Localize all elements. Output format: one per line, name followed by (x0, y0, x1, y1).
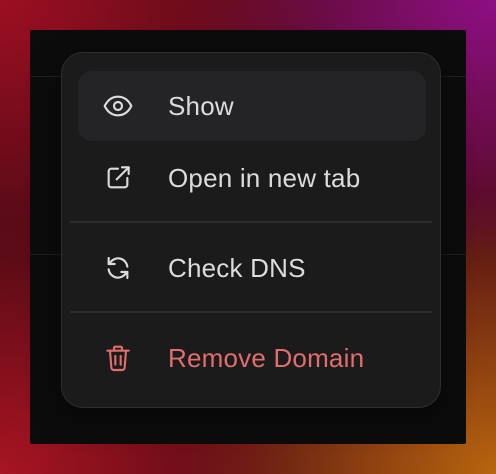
eye-icon (102, 90, 134, 122)
menu-item-open-in-new-tab[interactable]: Open in new tab (78, 143, 426, 213)
refresh-icon (102, 252, 134, 284)
context-menu: Show Open in new tab Check DNS Remove Do… (61, 52, 441, 408)
menu-item-check-dns[interactable]: Check DNS (78, 233, 426, 303)
menu-separator (70, 221, 432, 223)
external-link-icon (102, 162, 134, 194)
menu-item-label: Show (168, 90, 234, 121)
trash-icon (102, 342, 134, 374)
menu-item-label: Check DNS (168, 252, 306, 283)
menu-separator (70, 311, 432, 313)
menu-item-label: Open in new tab (168, 162, 361, 193)
menu-item-label: Remove Domain (168, 342, 365, 373)
menu-item-remove-domain[interactable]: Remove Domain (78, 323, 426, 393)
menu-item-show[interactable]: Show (78, 71, 426, 141)
